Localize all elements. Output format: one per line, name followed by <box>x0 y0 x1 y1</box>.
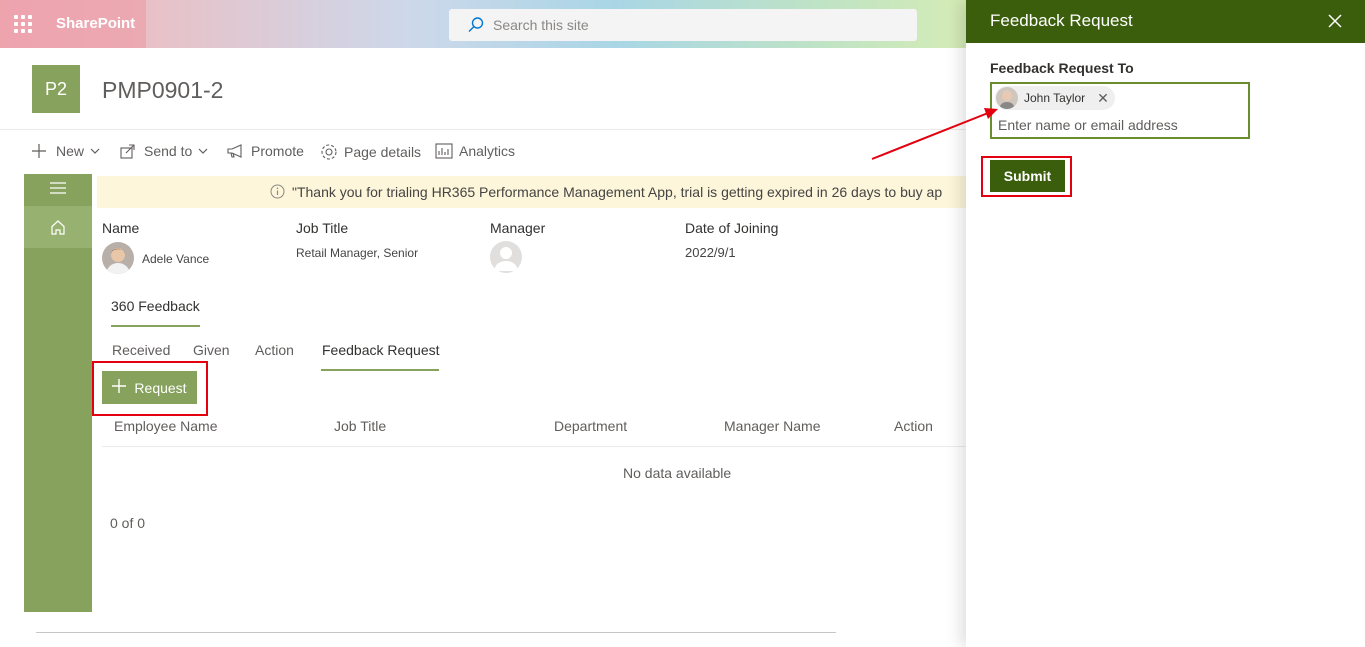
active-subtab-indicator <box>321 369 439 371</box>
column-department: Department <box>554 418 628 434</box>
empty-state-text: No data available <box>623 465 732 481</box>
chevron-down-icon <box>198 146 208 156</box>
send-to-button[interactable]: Send to <box>120 143 208 159</box>
job-title-label: Job Title <box>296 220 349 236</box>
trial-banner: "Thank you for trialing HR365 Performanc… <box>97 176 966 208</box>
employee-avatar <box>102 242 134 274</box>
header-divider <box>0 129 966 130</box>
job-title-value: Retail Manager, Senior <box>296 246 419 260</box>
bottom-divider <box>36 632 836 633</box>
app-name[interactable]: SharePoint <box>56 15 135 32</box>
search-box[interactable]: Search this site <box>449 9 917 41</box>
tab-given[interactable]: Given <box>193 342 230 358</box>
panel-title: Feedback Request <box>990 11 1133 30</box>
column-employee-name: Employee Name <box>114 418 218 434</box>
panel-header: Feedback Request <box>966 0 1365 43</box>
share-icon <box>120 143 136 159</box>
left-nav <box>24 174 92 612</box>
analytics-icon <box>435 143 453 159</box>
gear-icon <box>320 143 338 161</box>
doj-label: Date of Joining <box>685 220 779 236</box>
column-action: Action <box>894 418 933 434</box>
info-icon <box>270 184 285 202</box>
submit-button[interactable]: Submit <box>990 160 1065 192</box>
plus-icon <box>32 144 46 158</box>
doj-value: 2022/9/1 <box>685 245 736 260</box>
plus-icon <box>112 379 127 396</box>
banner-text: "Thank you for trialing HR365 Performanc… <box>292 184 943 200</box>
column-job-title: Job Title <box>334 418 387 434</box>
selected-person-name: John Taylor <box>1024 91 1086 105</box>
selected-person-chip[interactable]: John Taylor ✕ <box>995 86 1115 110</box>
tab-360-feedback[interactable]: 360 Feedback <box>111 298 200 314</box>
analytics-button[interactable]: Analytics <box>435 143 515 159</box>
person-avatar <box>996 87 1018 109</box>
employee-name: Adele Vance <box>142 252 210 266</box>
tab-action[interactable]: Action <box>255 342 294 358</box>
chevron-down-icon <box>90 146 100 156</box>
search-placeholder: Search this site <box>493 17 589 33</box>
page-details-button[interactable]: Page details <box>320 143 421 161</box>
site-title[interactable]: PMP0901-2 <box>102 77 223 104</box>
tab-feedback-request[interactable]: Feedback Request <box>322 342 440 358</box>
request-label: Request <box>134 379 187 396</box>
pagination-info: 0 of 0 <box>110 515 146 531</box>
manager-avatar-placeholder <box>490 241 522 273</box>
table-header-divider <box>102 446 966 447</box>
manager-label: Manager <box>490 220 546 236</box>
people-search-input[interactable] <box>998 117 1242 133</box>
feedback-request-to-label: Feedback Request To <box>990 60 1134 76</box>
page-details-label: Page details <box>344 144 422 160</box>
app-launcher-icon[interactable] <box>14 15 32 33</box>
promote-label: Promote <box>251 143 304 159</box>
name-label: Name <box>102 220 140 236</box>
search-icon <box>467 16 485 39</box>
feedback-request-panel: Feedback Request Feedback Request To Joh… <box>966 0 1365 647</box>
promote-button[interactable]: Promote <box>227 143 304 159</box>
remove-person-icon[interactable]: ✕ <box>1097 90 1109 107</box>
request-button[interactable]: Request <box>102 371 197 404</box>
hamburger-menu-icon[interactable] <box>24 174 92 202</box>
site-logo[interactable]: P2 <box>32 65 80 113</box>
new-button[interactable]: New <box>32 143 100 159</box>
tab-received[interactable]: Received <box>112 342 170 358</box>
column-manager-name: Manager Name <box>724 418 821 434</box>
megaphone-icon <box>227 143 245 159</box>
active-tab-indicator <box>111 325 200 327</box>
home-icon[interactable] <box>24 206 92 248</box>
send-to-label: Send to <box>144 143 193 159</box>
analytics-label: Analytics <box>459 143 516 159</box>
new-label: New <box>56 143 85 159</box>
people-picker[interactable]: John Taylor ✕ <box>990 82 1250 139</box>
close-icon[interactable] <box>1328 14 1342 33</box>
